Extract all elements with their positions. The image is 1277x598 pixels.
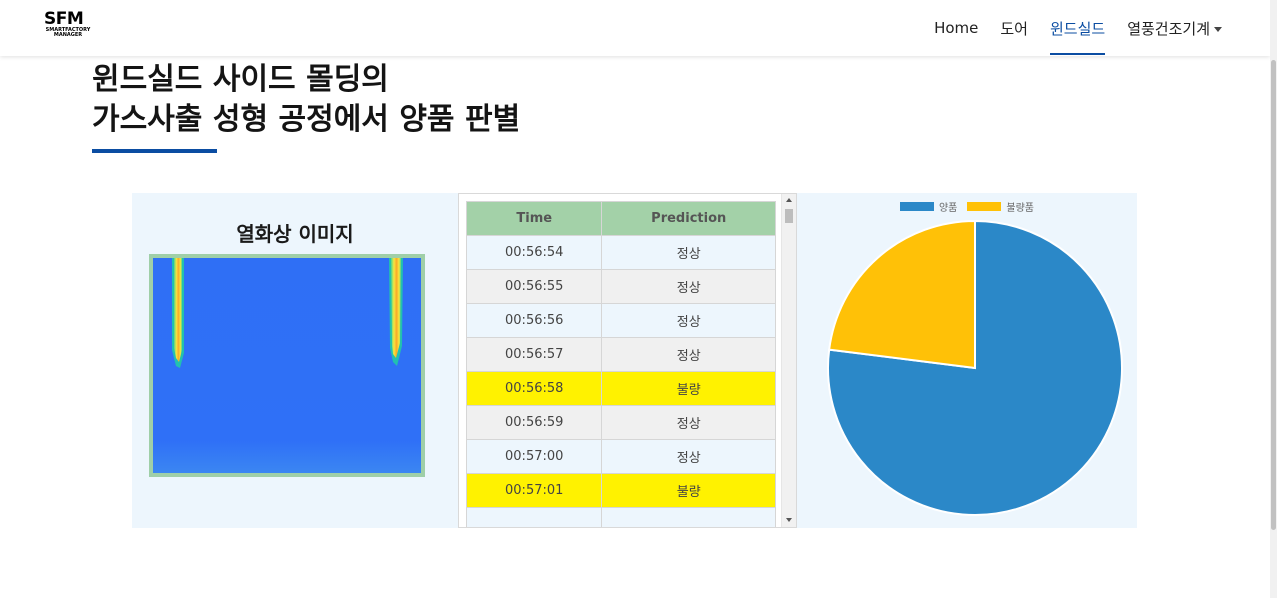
- navbar: SFM SMARTFACTORY MANAGER Home 도어 윈드실드 열풍…: [0, 0, 1270, 56]
- legend-swatch-defect: [967, 202, 1002, 211]
- nav-item-hot-air-dryer-dropdown[interactable]: 열풍건조기계: [1127, 0, 1222, 56]
- chart-legend: 양품 불량품: [797, 199, 1137, 214]
- nav-item-windshield[interactable]: 윈드실드: [1049, 0, 1106, 56]
- page-title: 윈드실드 사이드 몰딩의 가스사출 성형 공정에서 양품 판별: [92, 60, 520, 140]
- time-cell: 00:56:55: [465, 269, 603, 304]
- nav-label: 도어: [1000, 19, 1028, 38]
- page-scrollbar[interactable]: [1270, 0, 1277, 598]
- legend-label-defect: 불량품: [1006, 203, 1034, 214]
- time-cell: [465, 507, 603, 527]
- nav-label: Home: [934, 19, 979, 37]
- page-scrollbar-thumb[interactable]: [1271, 60, 1276, 530]
- prediction-cell: 불량: [601, 473, 776, 508]
- nav-label: 열풍건조기계: [1127, 19, 1210, 38]
- time-cell: 00:56:59: [465, 405, 603, 440]
- page-title-line2: 가스사출 성형 공정에서 양품 판별: [92, 102, 521, 137]
- legend-item-defect[interactable]: 불량품: [967, 199, 1034, 214]
- column-header-prediction[interactable]: Prediction: [601, 201, 776, 236]
- prediction-cell: [601, 507, 776, 527]
- table-scrollbar[interactable]: [781, 194, 796, 527]
- time-cell: 00:56:58: [465, 371, 603, 406]
- legend-label-good: 양품: [938, 203, 958, 214]
- prediction-cell: 정상: [601, 439, 776, 474]
- nav-item-door[interactable]: 도어: [1000, 0, 1028, 56]
- time-cell: 00:56:54: [465, 235, 603, 270]
- pie-slice-defect[interactable]: [828, 219, 976, 370]
- nav-item-home[interactable]: Home: [934, 0, 978, 56]
- thermal-image-frame: [149, 254, 425, 477]
- nav-menu: Home 도어 윈드실드 열풍건조기계: [912, 0, 1222, 56]
- prediction-table-container[interactable]: Time Prediction 00:56:54 정상 00:56:55 정상 00…: [458, 193, 797, 528]
- table-row[interactable]: 00:56:56 정상: [465, 303, 776, 338]
- prediction-cell: 정상: [601, 303, 776, 338]
- table-row[interactable]: 00:56:57 정상: [465, 337, 776, 372]
- time-cell: 00:56:56: [465, 303, 603, 338]
- column-header-time[interactable]: Time: [465, 201, 603, 236]
- logo-subtext: SMARTFACTORY MANAGER: [45, 27, 91, 38]
- table-row[interactable]: [465, 507, 776, 527]
- table-row[interactable]: 00:56:54 정상: [465, 235, 776, 270]
- prediction-table: Time Prediction 00:56:54 정상 00:56:55 정상 00…: [465, 201, 776, 527]
- table-row-defect[interactable]: 00:57:01 불량: [465, 473, 776, 508]
- sfm-logo[interactable]: SFM SMARTFACTORY MANAGER: [44, 11, 96, 41]
- caret-down-icon: [1214, 26, 1222, 32]
- quality-pie-chart: 양품 불량품: [797, 193, 1137, 528]
- prediction-cell: 정상: [601, 235, 776, 270]
- pie-chart-svg: [827, 219, 1123, 516]
- thermal-image-title: 열화상 이미지: [236, 222, 354, 246]
- prediction-cell: 정상: [601, 405, 776, 440]
- table-scrollbar-thumb[interactable]: [785, 209, 793, 223]
- prediction-cell: 정상: [601, 337, 776, 372]
- dashboard-panel: 열화상 이미지 Time Prediction 00:56:54 정상 00:5…: [132, 193, 1137, 528]
- prediction-cell: 정상: [601, 269, 776, 304]
- table-row[interactable]: 00:57:00 정상: [465, 439, 776, 474]
- time-cell: 00:56:57: [465, 337, 603, 372]
- table-row[interactable]: 00:56:59 정상: [465, 405, 776, 440]
- logo-text: SFM: [44, 9, 84, 29]
- title-underline: [92, 149, 217, 153]
- time-cell: 00:57:00: [465, 439, 603, 474]
- page-title-line1: 윈드실드 사이드 몰딩의: [92, 62, 389, 97]
- table-row[interactable]: 00:56:55 정상: [465, 269, 776, 304]
- thermal-image: [153, 258, 421, 473]
- scroll-down-arrow-icon[interactable]: [786, 518, 792, 522]
- legend-item-good[interactable]: 양품: [899, 199, 958, 214]
- scroll-up-arrow-icon[interactable]: [786, 198, 792, 202]
- legend-swatch-good: [899, 202, 934, 211]
- nav-label: 윈드실드: [1049, 19, 1106, 38]
- prediction-cell: 불량: [601, 371, 776, 406]
- table-row-defect[interactable]: 00:56:58 불량: [465, 371, 776, 406]
- time-cell: 00:57:01: [465, 473, 603, 508]
